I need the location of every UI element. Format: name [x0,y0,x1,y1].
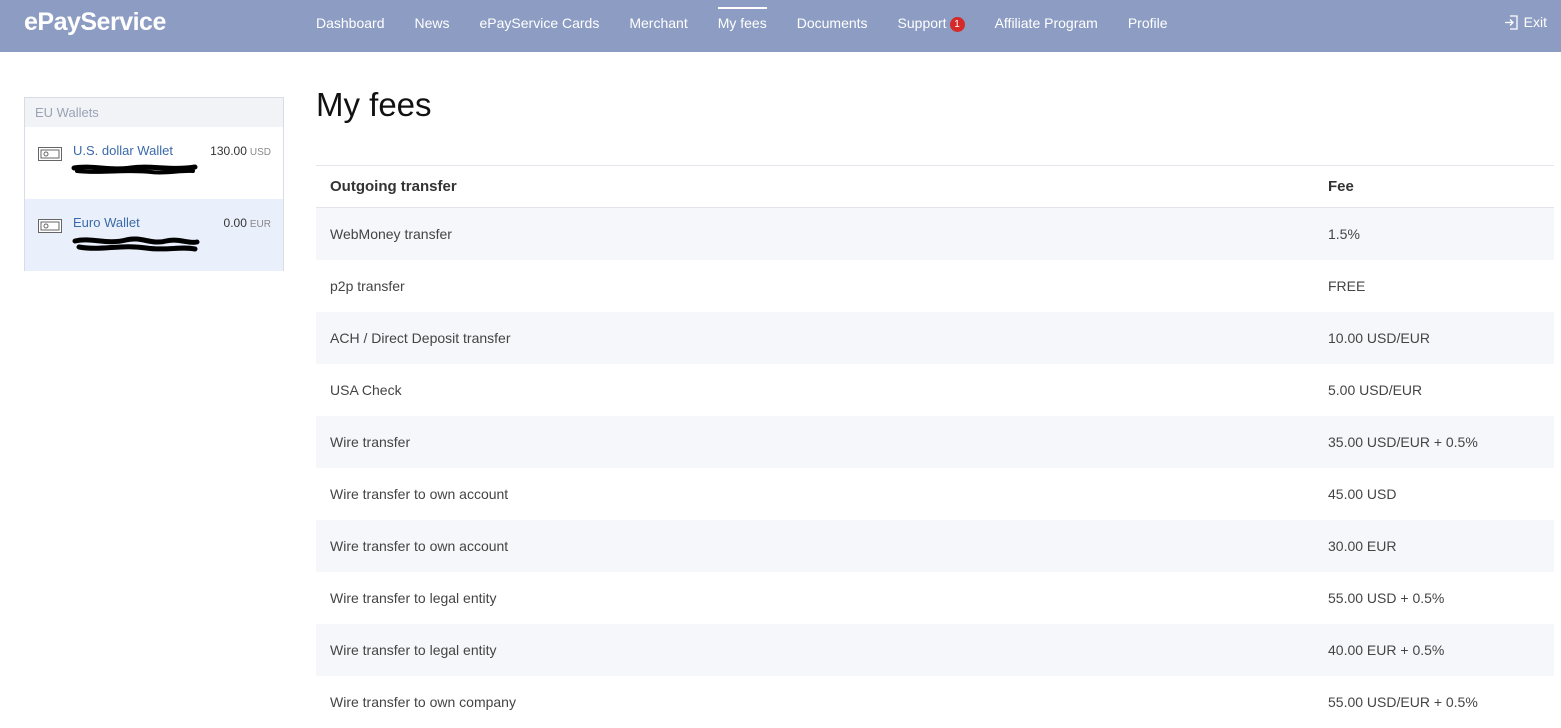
column-header-outgoing-transfer: Outgoing transfer [330,178,457,195]
wallets-panel: EU Wallets U.S. dollar Wallet 130.00 USD … [24,97,284,271]
fees-table-body: WebMoney transfer 1.5% p2p transfer FREE A… [316,208,1554,728]
wallet-name[interactable]: U.S. dollar Wallet [73,143,173,158]
transfer-type: USA Check [330,382,402,398]
table-row: USA Check 5.00 USD/EUR [316,364,1554,416]
nav-item-label: Profile [1127,15,1168,31]
wallets-panel-title: EU Wallets [25,98,283,127]
nav-item-dashboard[interactable]: Dashboard [301,0,400,52]
fee-value: 30.00 EUR [1328,538,1397,554]
nav-item-documents[interactable]: Documents [782,0,883,52]
transfer-type: Wire transfer to own company [330,694,516,710]
fees-table: Outgoing transfer Fee WebMoney transfer 1… [316,165,1554,728]
redacted-wallet-number [72,236,200,252]
table-row: Wire transfer to legal entity 40.00 EUR +… [316,624,1554,676]
fee-value: 35.00 USD/EUR + 0.5% [1328,434,1478,450]
page-title: My fees [316,86,432,123]
banknote-icon [38,147,62,161]
fees-table-header: Outgoing transfer Fee [316,166,1554,208]
transfer-type: p2p transfer [330,278,405,294]
fee-value: 1.5% [1328,226,1360,242]
fee-value: 5.00 USD/EUR [1328,382,1423,398]
table-row: Wire transfer to own company 55.00 USD/EU… [316,676,1554,728]
nav-item-news[interactable]: News [400,0,465,52]
wallet-amount: 0.00 [223,216,247,230]
wallet-name[interactable]: Euro Wallet [73,215,140,230]
fee-value: 45.00 USD [1328,486,1397,502]
table-row: p2p transfer FREE [316,260,1554,312]
table-row: Wire transfer to own account 30.00 EUR [316,520,1554,572]
transfer-type: Wire transfer to own account [330,538,509,554]
nav-item-support[interactable]: Support 1 [883,0,980,52]
exit-icon [1504,14,1518,30]
nav-item-label: My fees [717,15,767,31]
transfer-type: WebMoney transfer [330,226,452,242]
support-notification-badge: 1 [949,17,965,32]
nav-item-label: News [414,15,450,31]
nav-item-label: Dashboard [316,15,385,31]
fee-value: FREE [1328,278,1366,294]
wallet-eur[interactable]: Euro Wallet 0.00 EUR [25,199,283,271]
fee-value: 55.00 USD/EUR + 0.5% [1328,694,1478,710]
wallet-amount: 130.00 [210,144,247,158]
redacted-wallet-number [71,164,198,175]
table-row: WebMoney transfer 1.5% [316,208,1554,260]
table-row: Wire transfer to legal entity 55.00 USD +… [316,572,1554,624]
nav-item-profile[interactable]: Profile [1113,0,1183,52]
wallet-balance: 130.00 USD [210,144,271,158]
transfer-type: Wire transfer [330,434,411,450]
transfer-type: Wire transfer to own account [330,486,509,502]
exit-button[interactable]: Exit [1504,14,1547,30]
transfer-type: Wire transfer to legal entity [330,590,497,606]
nav-item-affiliate-program[interactable]: Affiliate Program [980,0,1113,52]
main-nav: Dashboard News ePayService Cards Merchan… [301,0,1183,52]
nav-item-label: Support [897,15,947,31]
table-row: ACH / Direct Deposit transfer 10.00 USD/E… [316,312,1554,364]
fee-value: 55.00 USD + 0.5% [1328,590,1445,606]
wallet-balance: 0.00 EUR [224,216,271,230]
wallet-currency: USD [249,147,271,158]
banknote-icon [38,219,62,233]
table-row: Wire transfer to own account 45.00 USD [316,468,1554,520]
nav-item-label: Merchant [629,15,688,31]
wallet-usd[interactable]: U.S. dollar Wallet 130.00 USD [25,127,283,199]
fee-value: 10.00 USD/EUR [1328,330,1430,346]
nav-item-merchant[interactable]: Merchant [614,0,702,52]
exit-label: Exit [1523,14,1547,30]
wallet-currency: EUR [249,219,271,230]
nav-item-my-fees[interactable]: My fees [703,0,782,52]
nav-item-label: Affiliate Program [994,15,1098,31]
transfer-type: Wire transfer to legal entity [330,642,497,658]
nav-item-label: ePayService Cards [479,15,600,31]
nav-item-label: Documents [796,15,868,31]
nav-item-epayservice-cards[interactable]: ePayService Cards [465,0,615,52]
table-row: Wire transfer 35.00 USD/EUR + 0.5% [316,416,1554,468]
fee-value: 40.00 EUR + 0.5% [1328,642,1445,658]
logo[interactable]: ePayService [24,8,166,37]
top-navigation-bar: ePayService Dashboard News ePayService C… [0,0,1561,52]
transfer-type: ACH / Direct Deposit transfer [330,330,511,346]
column-header-fee: Fee [1328,178,1354,195]
